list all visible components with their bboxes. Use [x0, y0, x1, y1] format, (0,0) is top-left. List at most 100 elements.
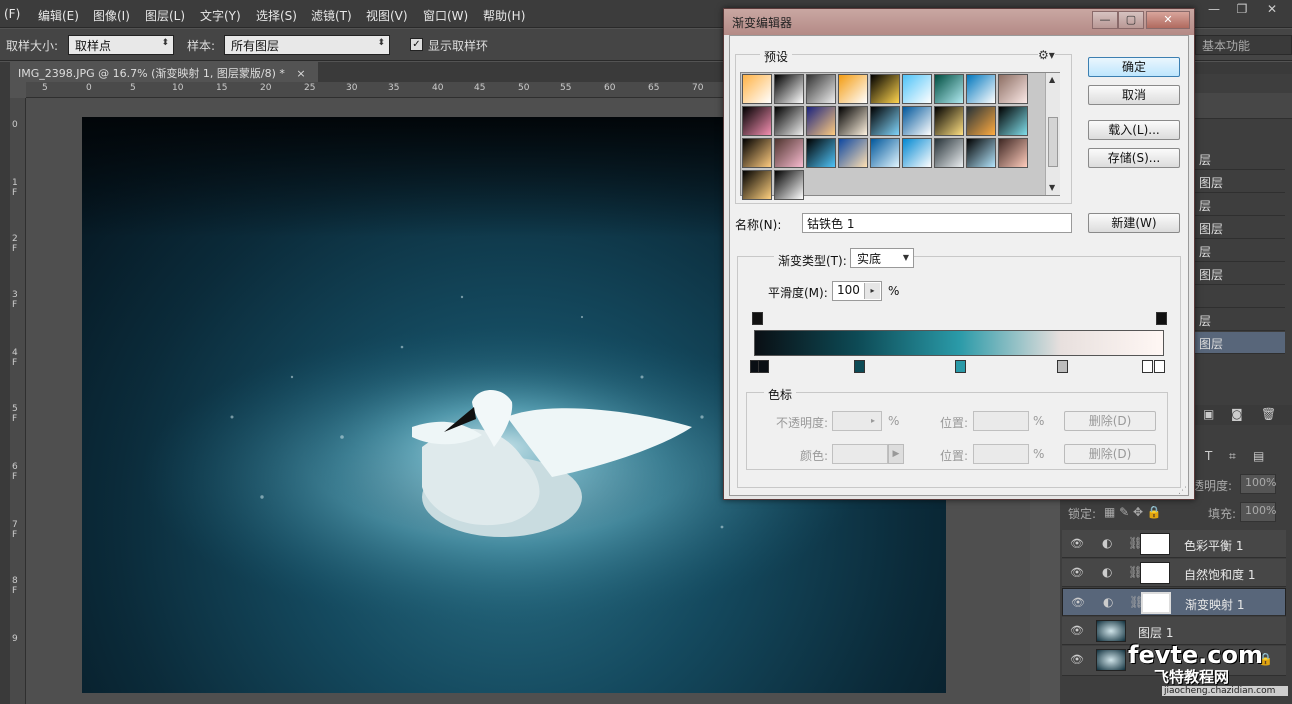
preset-swatch[interactable] — [902, 138, 932, 168]
menu-image[interactable]: 图像(I) — [93, 7, 130, 24]
location-input[interactable] — [973, 411, 1029, 431]
eye-icon[interactable]: 👁 — [1070, 653, 1084, 666]
new-snapshot-icon[interactable]: ▣ — [1203, 407, 1214, 421]
smart-filter-icon[interactable]: ▤ — [1253, 449, 1264, 463]
menu-help[interactable]: 帮助(H) — [483, 7, 525, 24]
color-stop[interactable] — [955, 360, 966, 373]
preset-swatch[interactable] — [934, 74, 964, 104]
preset-swatch[interactable] — [742, 138, 772, 168]
history-item[interactable]: 图层 — [1195, 217, 1285, 239]
workspace-select[interactable]: 基本功能 — [1195, 35, 1292, 55]
preset-swatch[interactable] — [902, 106, 932, 136]
gear-icon[interactable]: ⚙▾ — [1038, 48, 1055, 62]
new-button[interactable]: 新建(W) — [1088, 213, 1180, 233]
close-icon[interactable]: ✕ — [1258, 2, 1286, 20]
save-button[interactable]: 存储(S)... — [1088, 148, 1180, 168]
opacity-stop-left[interactable] — [752, 312, 763, 325]
preset-swatch[interactable] — [806, 74, 836, 104]
history-item[interactable]: 层 — [1195, 240, 1285, 262]
layer-row-selected[interactable]: 👁 ◐ ⛓ 渐变映射 1 — [1062, 588, 1286, 616]
layer-mask-thumb[interactable] — [1140, 533, 1170, 555]
color-stop[interactable] — [1142, 360, 1153, 373]
preset-swatch[interactable] — [742, 170, 772, 200]
color-stop[interactable] — [758, 360, 769, 373]
gradient-type-select[interactable]: 实底 ▼ — [850, 248, 914, 268]
opacity-field[interactable]: 100% — [1240, 474, 1276, 494]
show-ring-checkbox[interactable]: ✓ — [410, 38, 423, 51]
ok-button[interactable]: 确定 — [1088, 57, 1180, 77]
opacity-stop-right[interactable] — [1156, 312, 1167, 325]
opacity-arrow-icon[interactable]: ▸ — [866, 413, 880, 429]
name-input[interactable]: 钴铁色 1 — [802, 213, 1072, 233]
eye-icon[interactable]: 👁 — [1070, 624, 1084, 637]
scroll-up-icon[interactable]: ▲ — [1049, 75, 1055, 84]
preset-swatch[interactable] — [934, 106, 964, 136]
eye-icon[interactable]: 👁 — [1071, 596, 1085, 609]
lock-icons[interactable]: ▦ ✎ ✥ 🔒 — [1104, 505, 1162, 519]
type-filter-icon[interactable]: T — [1205, 449, 1212, 463]
preset-swatch[interactable] — [870, 74, 900, 104]
menu-filter[interactable]: 滤镜(T) — [311, 7, 352, 24]
layer-thumb[interactable] — [1096, 649, 1126, 671]
layer-thumb[interactable] — [1096, 620, 1126, 642]
trash-icon[interactable]: 🗑 — [1261, 407, 1276, 421]
preset-swatch[interactable] — [774, 106, 804, 136]
presets-scrollbar[interactable]: ▲ ▼ — [1045, 73, 1060, 195]
delete-color-stop-button[interactable]: 删除(D) — [1064, 444, 1156, 464]
layer-mask-thumb[interactable] — [1140, 562, 1170, 584]
load-button[interactable]: 载入(L)... — [1088, 120, 1180, 140]
preset-swatch[interactable] — [934, 138, 964, 168]
history-item[interactable]: 层 — [1195, 148, 1285, 170]
menu-view[interactable]: 视图(V) — [366, 7, 408, 24]
document-tab[interactable]: IMG_2398.JPG @ 16.7% (渐变映射 1, 图层蒙版/8) * … — [10, 62, 318, 82]
layer-row[interactable]: 👁 ◐ ⛓ 色彩平衡 1 — [1062, 530, 1286, 558]
history-item[interactable]: 图层 — [1195, 263, 1285, 285]
gradient-bar[interactable] — [754, 330, 1164, 356]
preset-swatch[interactable] — [838, 106, 868, 136]
color-stop[interactable] — [854, 360, 865, 373]
menu-type[interactable]: 文字(Y) — [200, 7, 241, 24]
close-icon[interactable]: ✕ — [1146, 11, 1190, 29]
preset-swatch[interactable] — [774, 170, 804, 200]
preset-swatch[interactable] — [742, 74, 772, 104]
preset-swatch[interactable] — [774, 74, 804, 104]
preset-swatch[interactable] — [998, 74, 1028, 104]
eye-icon[interactable]: 👁 — [1070, 566, 1084, 579]
preset-swatch[interactable] — [838, 74, 868, 104]
preset-swatch[interactable] — [966, 74, 996, 104]
minimize-icon[interactable]: — — [1200, 2, 1228, 20]
preset-swatch[interactable] — [966, 138, 996, 168]
delete-opacity-stop-button[interactable]: 删除(D) — [1064, 411, 1156, 431]
location-input[interactable] — [973, 444, 1029, 464]
minimize-icon[interactable]: — — [1092, 11, 1118, 29]
menu-layer[interactable]: 图层(L) — [145, 7, 185, 24]
dialog-titlebar[interactable]: 渐变编辑器 — ▢ ✕ — [724, 9, 1194, 35]
preset-swatch[interactable] — [742, 106, 772, 136]
menu-edit[interactable]: 编辑(E) — [38, 7, 79, 24]
shape-filter-icon[interactable]: ⌗ — [1229, 449, 1236, 464]
sample-select[interactable]: 所有图层 ⬍ — [224, 35, 390, 55]
preset-swatch[interactable] — [998, 106, 1028, 136]
cancel-button[interactable]: 取消 — [1088, 85, 1180, 105]
preset-swatch[interactable] — [806, 138, 836, 168]
scroll-thumb[interactable] — [1048, 117, 1058, 167]
preset-swatch[interactable] — [902, 74, 932, 104]
color-swatch-field[interactable] — [832, 444, 888, 464]
restore-icon[interactable]: ❐ — [1228, 2, 1256, 20]
preset-swatch[interactable] — [870, 138, 900, 168]
color-arrow-icon[interactable]: ▶ — [888, 444, 904, 464]
menu-select[interactable]: 选择(S) — [256, 7, 297, 24]
menu-window[interactable]: 窗口(W) — [423, 7, 468, 24]
color-stop[interactable] — [1154, 360, 1165, 373]
preset-swatch[interactable] — [998, 138, 1028, 168]
menu-file[interactable]: (F) — [4, 7, 20, 21]
preset-swatch[interactable] — [838, 138, 868, 168]
close-tab-icon[interactable]: × — [296, 67, 305, 80]
history-item[interactable]: 图层 — [1195, 171, 1285, 193]
preset-swatch[interactable] — [870, 106, 900, 136]
camera-icon[interactable]: ◙ — [1231, 407, 1243, 421]
fill-field[interactable]: 100% — [1240, 502, 1276, 522]
sample-size-select[interactable]: 取样点 ⬍ — [68, 35, 174, 55]
history-item-selected[interactable]: 图层 — [1195, 332, 1285, 354]
presets-grid[interactable]: ▲ ▼ — [740, 72, 1060, 200]
